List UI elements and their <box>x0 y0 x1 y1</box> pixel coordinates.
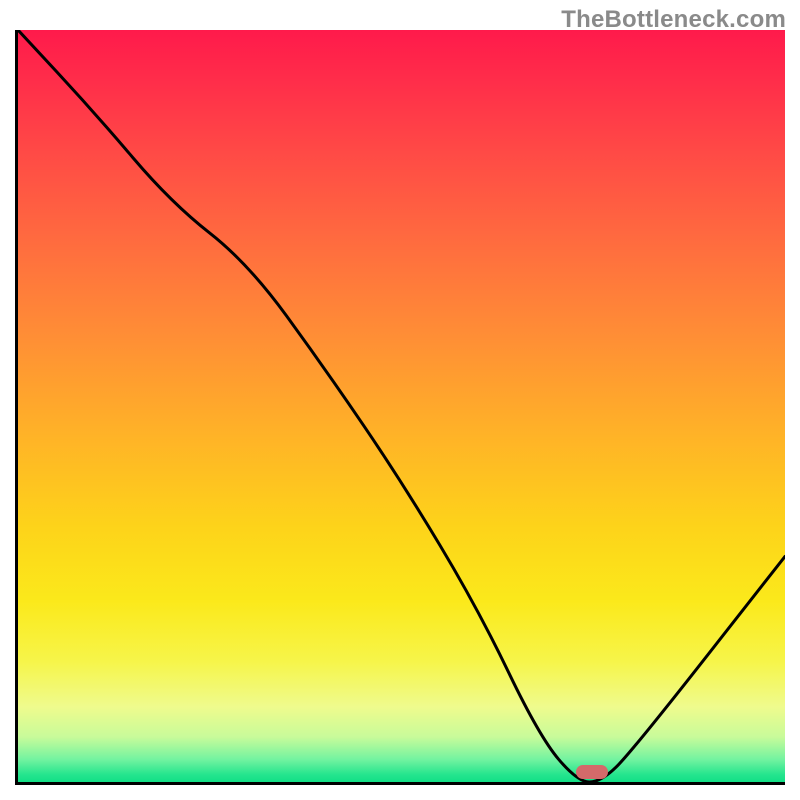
chart-frame: TheBottleneck.com <box>0 0 800 800</box>
plot-area <box>15 30 785 785</box>
watermark-text: TheBottleneck.com <box>561 6 786 34</box>
bottleneck-curve <box>18 30 785 782</box>
optimal-marker <box>576 765 608 779</box>
